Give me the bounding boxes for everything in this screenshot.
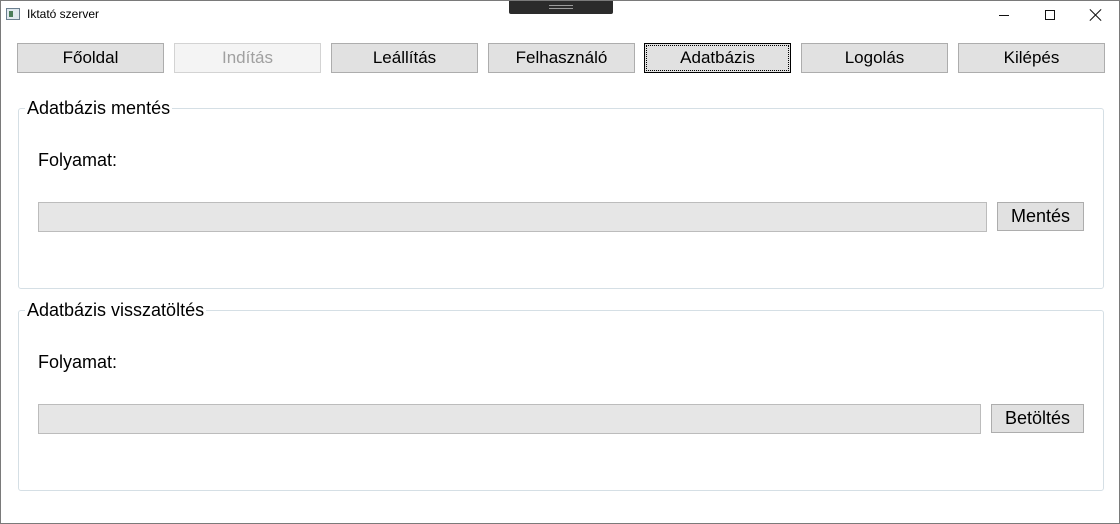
restore-progress-bar (38, 404, 981, 434)
nav-button-leallitas[interactable]: Leállítás (331, 43, 478, 73)
nav-button-fooldal[interactable]: Főoldal (17, 43, 164, 73)
save-button[interactable]: Mentés (997, 202, 1084, 231)
restore-group: Adatbázis visszatöltés Folyamat: Betölté… (18, 300, 1104, 491)
backup-progress-label: Folyamat: (38, 150, 118, 170)
backup-group: Adatbázis mentés Folyamat: Mentés (18, 98, 1104, 289)
maximize-icon (1045, 10, 1055, 20)
backup-progress-bar (38, 202, 987, 232)
close-button[interactable] (1073, 1, 1119, 29)
nav-button-inditas[interactable]: Indítás (174, 43, 321, 73)
nav-button-kilepes[interactable]: Kilépés (958, 43, 1105, 73)
app-window-icon (6, 8, 20, 20)
nav-button-adatbazis[interactable]: Adatbázis (644, 43, 791, 73)
restore-group-title: Adatbázis visszatöltés (25, 300, 207, 321)
close-icon (1090, 9, 1102, 21)
restore-progress-label: Folyamat: (38, 352, 118, 372)
main-window: Iktató szerver Főoldal Indítás Leállítás… (0, 0, 1120, 524)
minimize-icon (999, 14, 1009, 16)
nav-button-logolas[interactable]: Logolás (801, 43, 948, 73)
minimize-button[interactable] (981, 1, 1027, 29)
drag-handle[interactable] (509, 1, 613, 14)
load-button[interactable]: Betöltés (991, 404, 1084, 433)
backup-group-title: Adatbázis mentés (25, 98, 173, 119)
nav-button-felhasznalo[interactable]: Felhasználó (488, 43, 635, 73)
window-title: Iktató szerver (27, 7, 100, 21)
title-bar[interactable]: Iktató szerver (1, 1, 1119, 29)
maximize-button[interactable] (1027, 1, 1073, 29)
